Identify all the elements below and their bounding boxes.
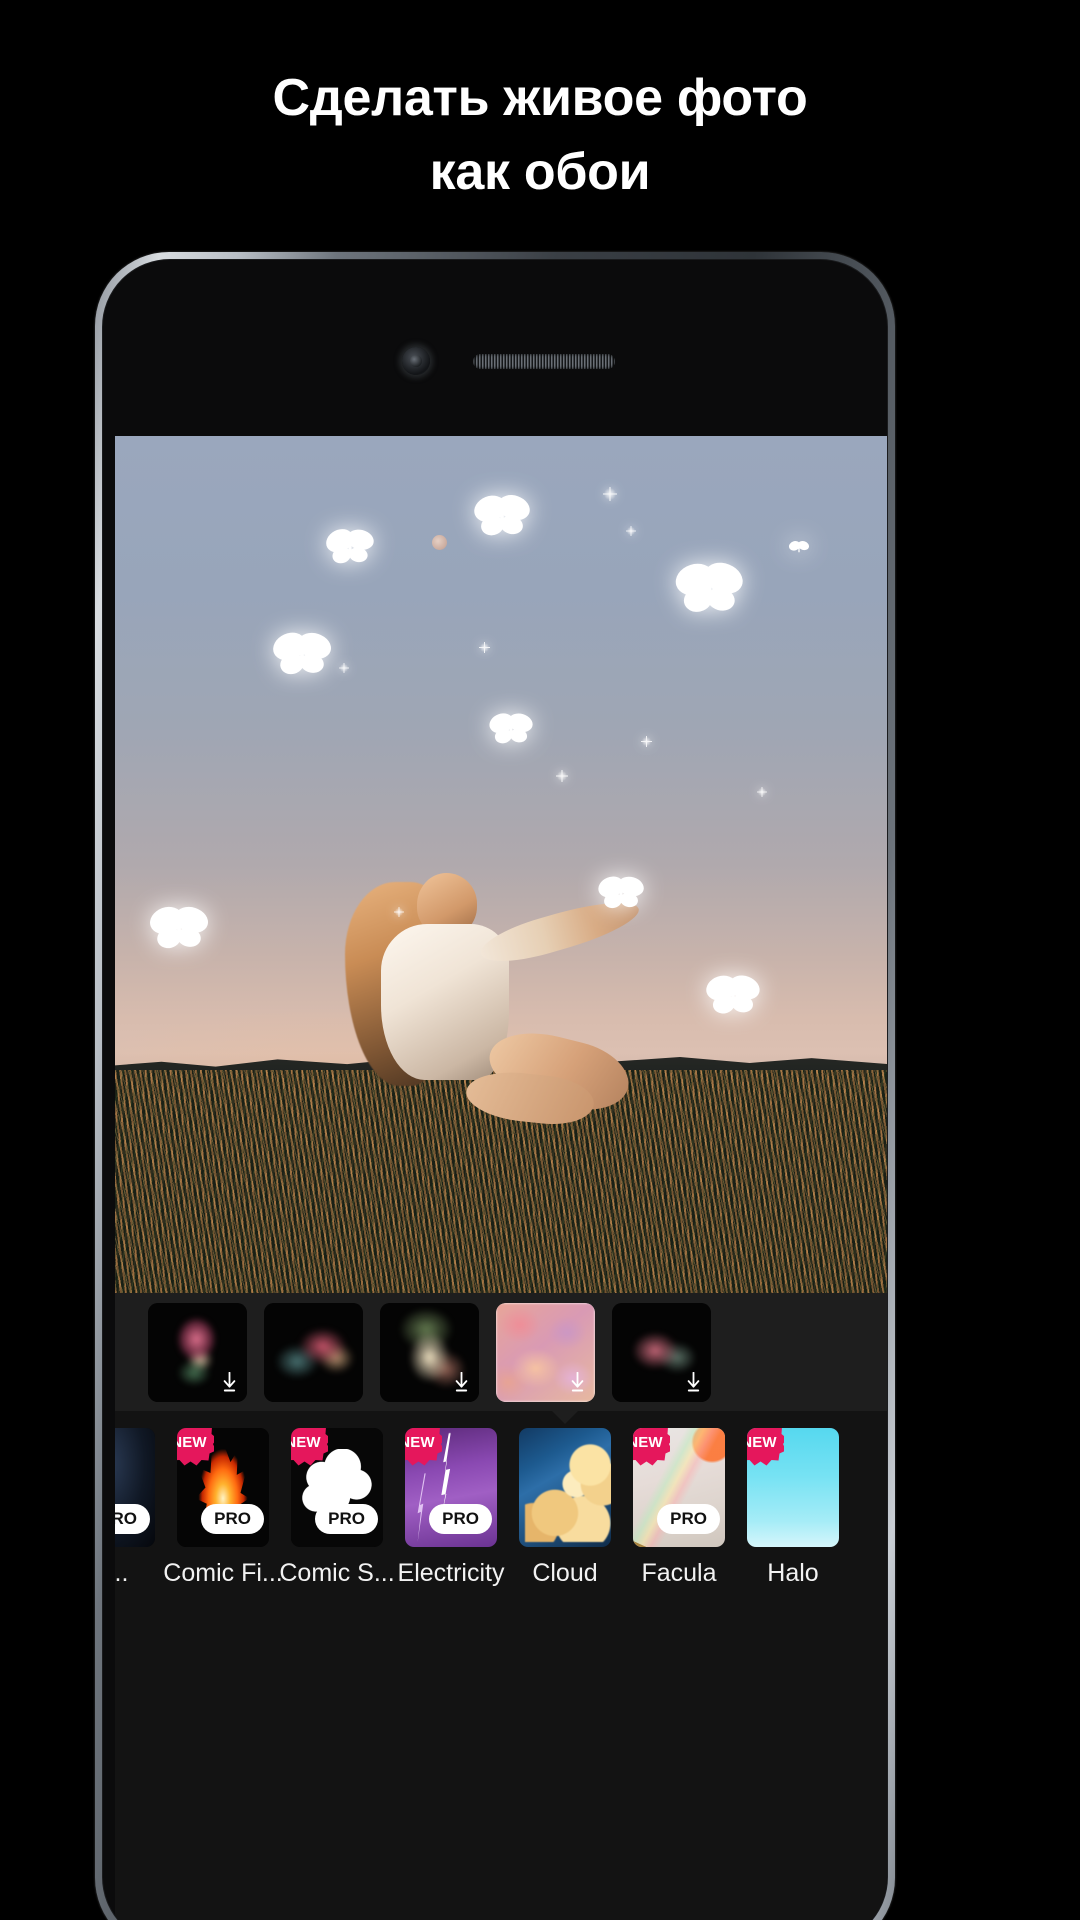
pro-badge: PRO bbox=[429, 1504, 492, 1534]
sparkle-icon bbox=[602, 487, 617, 502]
front-camera-icon bbox=[402, 347, 430, 375]
variant-thumbnail[interactable] bbox=[496, 1302, 595, 1402]
promo-screenshot: Сделать живое фото как обои O .. EW PRO … bbox=[0, 0, 1080, 1920]
pro-badge: PRO bbox=[201, 1504, 264, 1534]
butterfly-icon bbox=[471, 492, 533, 540]
effect-label: Comic Fi... bbox=[163, 1559, 283, 1587]
butterfly-icon bbox=[703, 972, 763, 1018]
variant-thumbnail[interactable] bbox=[380, 1302, 479, 1402]
phone-mockup: PROfli...NEWPROComic Fi...NEWPROComic S.… bbox=[95, 252, 895, 1920]
effect-thumbnail[interactable]: NEWPRO bbox=[177, 1428, 269, 1547]
effect-item[interactable]: NEWPRO Electricity bbox=[398, 1428, 504, 1588]
butterfly-icon bbox=[672, 560, 746, 616]
effect-label: Electricity bbox=[397, 1559, 505, 1587]
pro-badge: PRO bbox=[315, 1504, 378, 1534]
effect-thumbnail[interactable]: NEW bbox=[747, 1428, 839, 1547]
sparkle-icon bbox=[625, 525, 636, 536]
effect-item[interactable]: PRO fli... bbox=[115, 1428, 155, 1588]
pro-badge: PRO bbox=[115, 1504, 150, 1534]
sparkle-icon bbox=[641, 735, 653, 747]
effect-item[interactable]: NEWPRO Facula bbox=[633, 1428, 725, 1588]
effect-label: fli... bbox=[115, 1559, 129, 1587]
headline-line-2: как обои bbox=[429, 142, 651, 201]
effect-thumbnail[interactable]: NEWPRO bbox=[291, 1428, 383, 1547]
butterfly-icon bbox=[146, 903, 212, 953]
pro-badge: PRO bbox=[657, 1504, 720, 1534]
download-icon[interactable] bbox=[685, 1371, 702, 1393]
effects-row[interactable]: PROfli...NEWPROComic Fi...NEWPROComic S.… bbox=[115, 1411, 887, 1920]
effect-label: Facula bbox=[641, 1559, 717, 1587]
butterfly-icon bbox=[595, 873, 647, 913]
moon-icon bbox=[432, 534, 448, 550]
effect-thumbnail[interactable] bbox=[519, 1428, 611, 1547]
sparkle-icon bbox=[478, 641, 490, 653]
headline-line-1: Сделать живое фото bbox=[272, 69, 808, 127]
effect-item[interactable]: NEW Halo bbox=[747, 1428, 839, 1588]
sparkle-icon bbox=[339, 663, 350, 674]
butterfly-icon bbox=[324, 526, 376, 568]
variant-thumbnail[interactable] bbox=[612, 1302, 711, 1402]
earpiece-speaker-icon bbox=[473, 354, 615, 369]
effect-label: Halo bbox=[767, 1559, 819, 1587]
effect-thumbnail[interactable]: PRO bbox=[115, 1428, 155, 1547]
butterfly-icon bbox=[487, 710, 535, 748]
download-icon[interactable] bbox=[221, 1371, 238, 1393]
variant-thumbnail[interactable] bbox=[264, 1302, 363, 1402]
sparkle-icon bbox=[393, 907, 404, 918]
effect-item[interactable]: NEWPRO Comic S... bbox=[279, 1428, 395, 1588]
variant-strip[interactable] bbox=[115, 1293, 887, 1411]
effect-item[interactable]: Cloud bbox=[519, 1428, 611, 1588]
effects-list[interactable]: PROfli...NEWPROComic Fi...NEWPROComic S.… bbox=[115, 1428, 887, 1588]
butterfly-icon bbox=[788, 539, 810, 557]
sparkle-icon bbox=[757, 787, 768, 798]
variant-thumbnail[interactable] bbox=[148, 1302, 247, 1402]
download-icon[interactable] bbox=[453, 1371, 470, 1393]
effect-preview bbox=[519, 1428, 611, 1547]
effect-item[interactable]: NEWPRO Comic Fi... bbox=[163, 1428, 283, 1588]
variant-preview bbox=[264, 1302, 363, 1402]
sparkle-icon bbox=[556, 770, 569, 783]
effect-label: Comic S... bbox=[279, 1559, 395, 1587]
effect-thumbnail[interactable]: NEWPRO bbox=[633, 1428, 725, 1547]
photo-canvas[interactable] bbox=[115, 436, 887, 1293]
effect-thumbnail[interactable]: NEWPRO bbox=[405, 1428, 497, 1547]
page-title: Сделать живое фото как обои bbox=[0, 62, 1080, 210]
phone-body: PROfli...NEWPROComic Fi...NEWPROComic S.… bbox=[102, 259, 888, 1920]
butterfly-icon bbox=[270, 629, 334, 679]
phone-screen: PROfli...NEWPROComic Fi...NEWPROComic S.… bbox=[115, 436, 887, 1920]
download-icon[interactable] bbox=[569, 1371, 586, 1393]
selected-effect-caret bbox=[552, 1411, 578, 1424]
effect-label: Cloud bbox=[532, 1559, 598, 1587]
